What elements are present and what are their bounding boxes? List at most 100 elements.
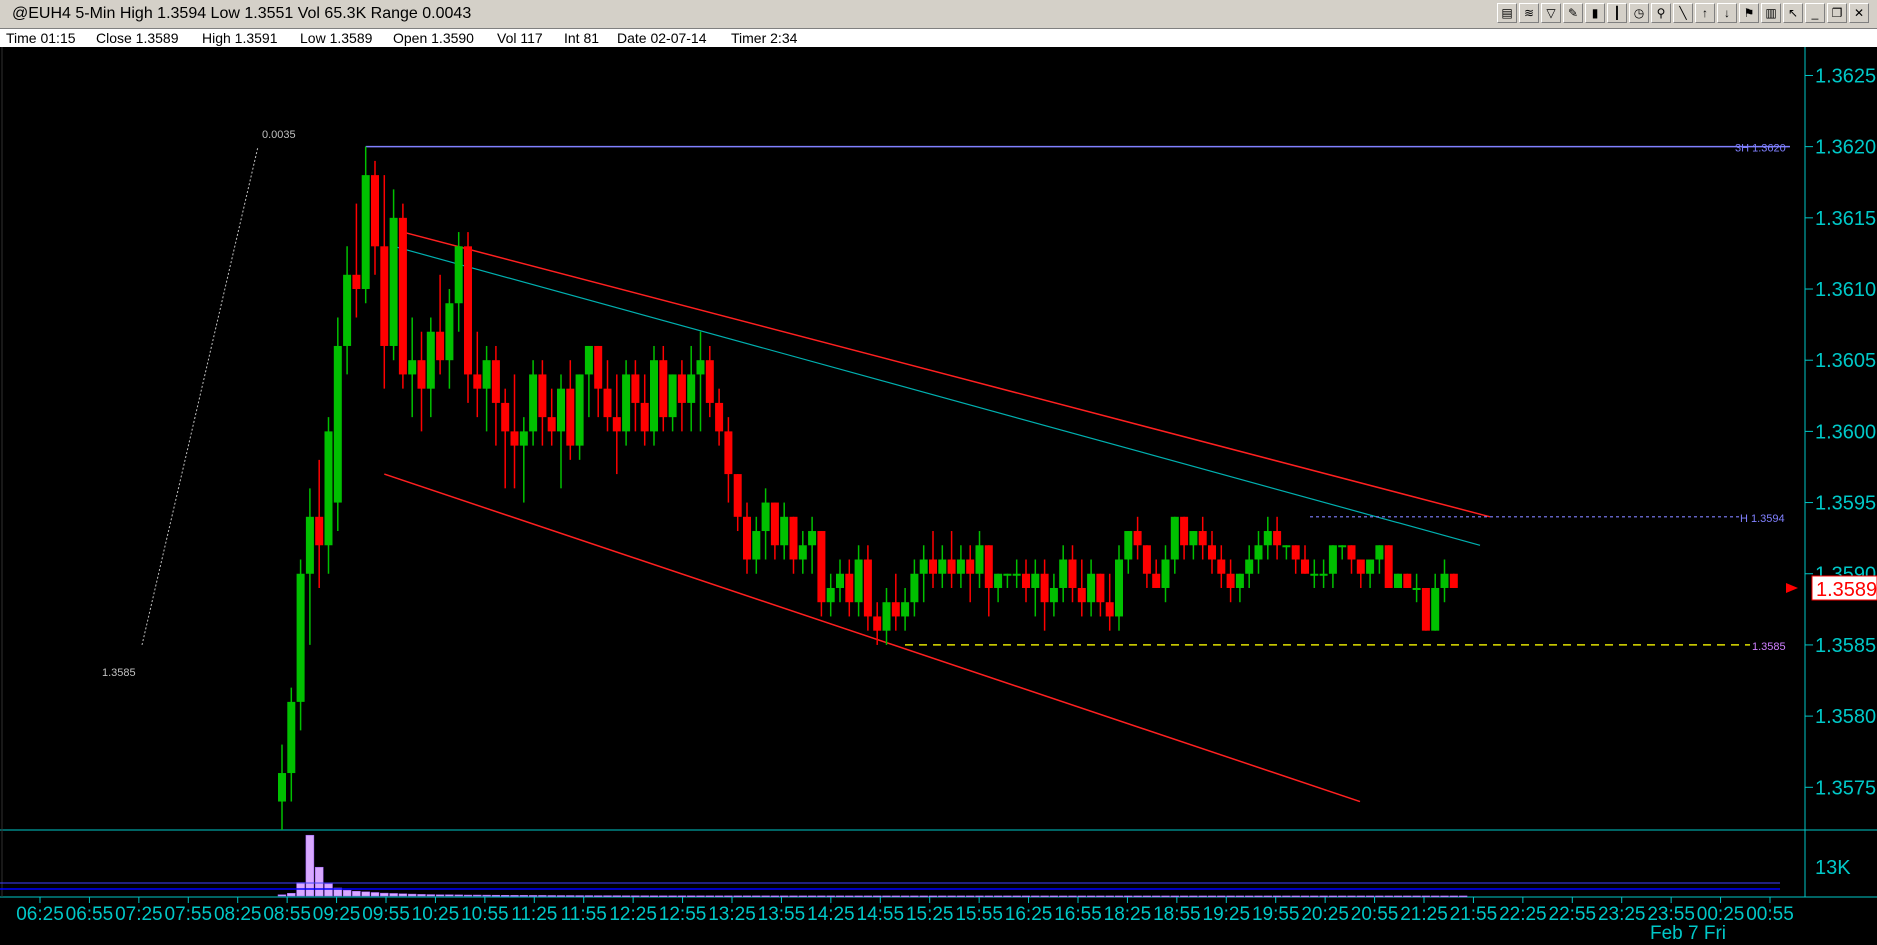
price-bar-body	[622, 374, 631, 432]
minimize-icon[interactable]: _	[1805, 3, 1825, 23]
info-close: Close 1.3589	[96, 30, 179, 46]
time-tick-label: 21:25	[1400, 904, 1448, 925]
price-bar-body	[1431, 587, 1440, 631]
price-bar-body	[975, 545, 984, 574]
chart-icon[interactable]: ▤	[1497, 3, 1517, 23]
price-bar-body	[1273, 531, 1282, 546]
cursor-icon[interactable]: ↖	[1783, 3, 1803, 23]
price-bar-body	[408, 360, 417, 375]
volume-bar	[872, 895, 882, 898]
zoom-icon[interactable]: ⚲	[1651, 3, 1671, 23]
price-bar-body	[1208, 545, 1216, 560]
price-bar-body	[1366, 559, 1375, 574]
price-tick-label: 1.3620	[1815, 137, 1876, 159]
time-tick-label: 11:55	[561, 904, 607, 925]
price-bar-body	[984, 545, 993, 588]
price-bar-body	[380, 246, 389, 346]
volume-bar	[1310, 895, 1319, 898]
price-bar-body	[705, 360, 714, 403]
clock-icon[interactable]: ◷	[1629, 3, 1649, 23]
volume-bar	[324, 883, 333, 897]
time-tick-label: 14:25	[807, 904, 855, 925]
price-bar-body	[1059, 559, 1068, 588]
volume-bar	[1300, 895, 1310, 898]
arrow-down-icon[interactable]: ↓	[1717, 3, 1737, 23]
close-icon[interactable]: ✕	[1849, 3, 1869, 23]
indicator-icon[interactable]: ▽	[1541, 3, 1561, 23]
price-bar-body	[1217, 559, 1226, 574]
volume-bar	[919, 895, 928, 898]
price-bar-body	[1263, 531, 1272, 546]
volume-bar	[519, 895, 529, 897]
last-price-label: 1.3589	[1816, 579, 1877, 601]
volume-bar	[1319, 895, 1328, 898]
price-bar-body	[1012, 573, 1021, 576]
time-tick-label: 13:55	[758, 904, 806, 925]
volume-bar	[426, 894, 436, 897]
volume-bar	[1421, 895, 1431, 898]
volume-bar	[1012, 895, 1021, 898]
price-bar-body	[324, 431, 333, 546]
volume-bar	[1198, 895, 1207, 898]
volume-bar	[1263, 895, 1273, 898]
volume-bar	[1189, 895, 1198, 898]
time-tick-label: 22:25	[1499, 904, 1547, 925]
price-bar-body	[1375, 545, 1384, 560]
price-bar-body	[445, 303, 454, 361]
price-tick-label: 1.3575	[1815, 777, 1876, 799]
volume-bar	[1244, 895, 1254, 898]
info-time: Time 01:15	[6, 30, 76, 46]
price-bar-body	[491, 360, 500, 403]
price-bar-body	[817, 531, 826, 603]
info-int: Int 81	[564, 30, 600, 46]
time-tick-label: 13:25	[708, 904, 756, 925]
price-bar-body	[1356, 559, 1365, 574]
price-chart[interactable]: 0.0035 1.3585 3H 1.3620 H 1.3594 1.3585 1.36…	[0, 47, 1877, 945]
volume-bar	[473, 894, 482, 897]
volume-bar	[1235, 895, 1245, 898]
price-bar-body	[343, 274, 352, 346]
volume-bar	[1226, 895, 1235, 898]
price-bar-body	[1180, 516, 1189, 546]
price-bar-body	[752, 531, 761, 560]
volume-bar	[761, 895, 770, 898]
line-tool-icon[interactable]: ╲	[1673, 3, 1693, 23]
price-bar-body	[873, 616, 882, 631]
price-bar-body	[650, 360, 658, 432]
price-bar-body	[389, 217, 398, 346]
volume-bar	[407, 893, 417, 897]
pencil-icon[interactable]: ✎	[1563, 3, 1583, 23]
price-bar-body	[1152, 573, 1161, 588]
date-label: Feb 7 Fri	[1650, 923, 1726, 944]
price-tick-label: 1.3595	[1815, 493, 1876, 515]
volume-bar	[1430, 895, 1440, 898]
volume-scale-label: 13K	[1815, 857, 1851, 879]
price-bar-body	[1394, 573, 1402, 588]
time-tick-label: 10:55	[461, 904, 509, 925]
restore-icon[interactable]: ❐	[1827, 3, 1847, 23]
volume-bar	[1291, 895, 1300, 898]
volume-bar	[1365, 895, 1375, 898]
price-bar-body	[305, 516, 314, 574]
trash-icon[interactable]: ▥	[1761, 3, 1781, 23]
price-bar-body	[538, 374, 547, 418]
price-bar-body	[612, 417, 621, 432]
volume-bar	[947, 895, 956, 898]
bar-chart-icon[interactable]: ▮	[1585, 3, 1605, 23]
price-bar-body	[770, 502, 779, 546]
volume-bar	[845, 895, 854, 898]
price-bar-body	[371, 175, 379, 247]
volume-bar	[1040, 895, 1049, 898]
price-bar-body	[1310, 573, 1319, 576]
drawing-icon[interactable]: ≋	[1519, 3, 1539, 23]
candle-icon[interactable]: ┃	[1607, 3, 1627, 23]
arrow-up-icon[interactable]: ↑	[1695, 3, 1715, 23]
volume-bar	[380, 892, 389, 897]
volume-bar	[491, 894, 501, 897]
window-title: @EUH4 5-Min High 1.3594 Low 1.3551 Vol 6…	[12, 5, 472, 22]
volume-bar	[686, 895, 696, 897]
volume-bar	[1151, 895, 1161, 898]
price-bar-body	[426, 331, 435, 389]
time-tick-label: 18:55	[1153, 904, 1201, 925]
marker-icon[interactable]: ⚑	[1739, 3, 1759, 23]
